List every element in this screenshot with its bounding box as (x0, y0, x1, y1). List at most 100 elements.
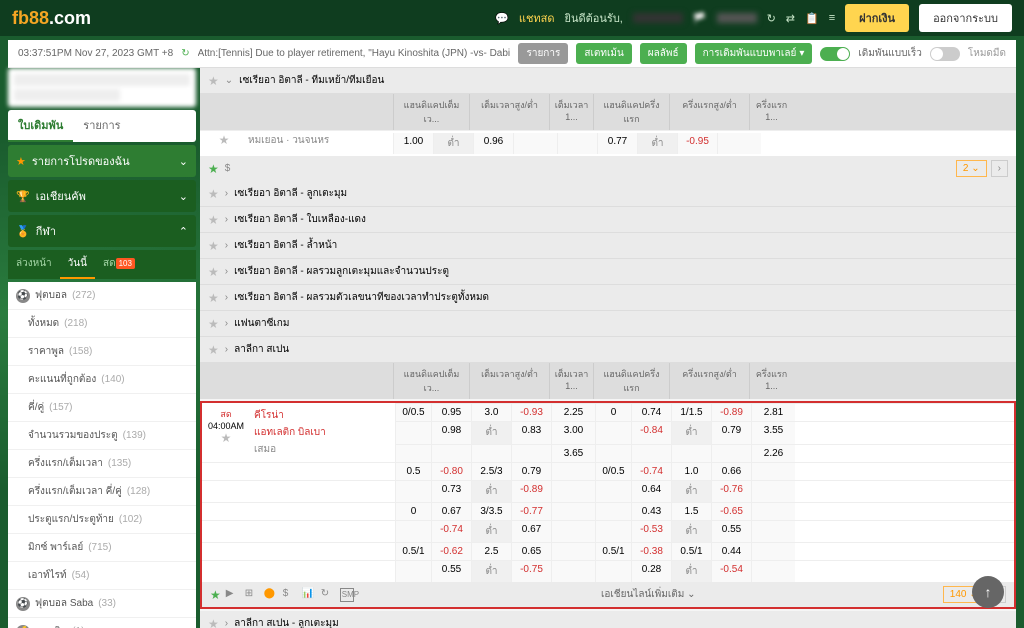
odds-cell[interactable]: 0/0.5 (395, 404, 431, 421)
logout-button[interactable]: ออกจากระบบ (919, 4, 1012, 32)
tab-early[interactable]: ล่วงหน้า (8, 250, 60, 279)
menu-icon[interactable]: ≡ (829, 12, 835, 24)
sidebar-item[interactable]: ครึ่งแรก/เต็มเวลา (135) (8, 450, 196, 478)
sidebar-item[interactable]: 💰การเงิน (1) (8, 618, 196, 628)
star-icon[interactable]: ★ (208, 291, 219, 305)
deposit-button[interactable]: ฝากเงิน (845, 4, 909, 32)
sidebar-item[interactable]: ประตูแรก/ประตูท้าย (102) (8, 506, 196, 534)
chat-link[interactable]: แชทสด (519, 9, 555, 27)
odds-cell[interactable]: 2.26 (751, 445, 795, 462)
odds-cell[interactable]: 0.28 (631, 561, 671, 582)
odds-cell[interactable]: 0.79 (711, 422, 751, 443)
quick-bet-toggle[interactable] (820, 47, 850, 61)
odds-cell[interactable]: -0.76 (711, 481, 751, 502)
results-button[interactable]: ผลลัพธ์ (640, 43, 687, 64)
sidebar-item[interactable]: ทั้งหมด (218) (8, 310, 196, 338)
odds-cell[interactable]: 3.55 (751, 422, 795, 443)
menu-list-button[interactable]: รายการ (518, 43, 568, 64)
play-icon[interactable]: ▶ (226, 588, 240, 602)
odds-cell[interactable]: 0.67 (511, 521, 551, 542)
odds-cell[interactable]: 0.73 (431, 481, 471, 502)
star-icon[interactable]: ★ (208, 343, 219, 357)
odds-cell[interactable]: -0.77 (511, 503, 551, 520)
odds-cell[interactable]: -0.62 (431, 543, 471, 560)
star-icon[interactable]: ★ (208, 317, 219, 331)
odds-cell[interactable]: -0.84 (631, 422, 671, 443)
odds-cell[interactable]: 0.83 (511, 422, 551, 443)
star-icon[interactable]: ★ (208, 617, 219, 628)
sports-header[interactable]: 🏅 กีฬา ⌃ (8, 215, 196, 247)
sidebar-item[interactable]: ⚽ฟุตบอล Saba (33) (8, 590, 196, 618)
odds-cell[interactable]: -0.53 (631, 521, 671, 542)
page-select[interactable]: 2 ⌄ (956, 160, 987, 177)
asian-cup-header[interactable]: 🏆 เอเชียนคัพ ⌄ (8, 180, 196, 212)
star-icon[interactable]: ★ (208, 74, 219, 88)
odds-cell[interactable]: 0/0.5 (595, 463, 631, 480)
tab-betslip[interactable]: ใบเดิมพัน (8, 110, 73, 142)
odds-cell[interactable]: 0.55 (431, 561, 471, 582)
odds-cell[interactable]: 3.65 (551, 445, 595, 462)
league-row[interactable]: ★›เซเรียอา อิตาลี - ลูกเตะมุม (200, 181, 1016, 207)
odds-cell[interactable]: 0.67 (431, 503, 471, 520)
logo[interactable]: fb88.com (12, 8, 91, 29)
dollar-icon[interactable]: $ (283, 588, 297, 602)
next-button[interactable]: › (991, 160, 1008, 177)
smp-icon[interactable]: SMP (340, 588, 354, 602)
odds-cell[interactable]: 3.0 (471, 404, 511, 421)
league-row[interactable]: ★›เซเรียอา อิตาลี - ผลรวมตัวเลขนาทีของเว… (200, 285, 1016, 311)
odds-cell[interactable]: 2.5 (471, 543, 511, 560)
odds-cell[interactable]: -0.74 (631, 463, 671, 480)
refresh-icon[interactable]: ↻ (321, 588, 335, 602)
scroll-top-button[interactable]: ↑ (972, 576, 1004, 608)
stats-icon[interactable]: 📊 (302, 588, 316, 602)
league-row[interactable]: ★›ลาลีกา สเปน (200, 337, 1016, 363)
sidebar-item[interactable]: คะแนนที่ถูกต้อง (140) (8, 366, 196, 394)
star-icon[interactable]: ★ (208, 213, 219, 227)
odds-cell[interactable]: 0.64 (631, 481, 671, 502)
transfer-icon[interactable]: ⇄ (786, 12, 795, 25)
league-row[interactable]: ★›เซเรียอา อิตาลี - ล้ำหน้า (200, 233, 1016, 259)
odds-cell[interactable]: -0.38 (631, 543, 671, 560)
star-icon[interactable]: ★ (208, 265, 219, 279)
odds-cell[interactable]: 0.5/1 (595, 543, 631, 560)
favorites-header[interactable]: ★ รายการโปรดของฉัน ⌄ (8, 145, 196, 177)
odds-cell[interactable]: 0.44 (711, 543, 751, 560)
odds-cell[interactable]: 1.5 (671, 503, 711, 520)
star-icon[interactable]: ★ (210, 588, 221, 602)
odds-cell[interactable]: -0.74 (431, 521, 471, 542)
sidebar-item[interactable]: เอาท์ไรท์ (54) (8, 562, 196, 590)
odds-cell[interactable]: -0.89 (711, 404, 751, 421)
star-icon[interactable]: ★ (208, 239, 219, 253)
star-icon[interactable]: ★ (208, 187, 219, 201)
odds-cell[interactable]: 2.5/3 (471, 463, 511, 480)
league-row[interactable]: ★›เซเรียอา อิตาลี - ใบเหลือง-แดง (200, 207, 1016, 233)
odds-cell[interactable]: -0.89 (511, 481, 551, 502)
odds-cell[interactable]: 3.00 (551, 422, 595, 443)
statement-button[interactable]: สเตทเม้น (576, 43, 631, 64)
odds-cell[interactable]: -0.93 (511, 404, 551, 421)
tab-list[interactable]: รายการ (73, 110, 130, 142)
home-team[interactable]: คีโรน่า (254, 407, 391, 424)
sidebar-item[interactable]: ราคาพูล (158) (8, 338, 196, 366)
odds-cell[interactable]: 0.79 (511, 463, 551, 480)
league-row[interactable]: ★›แฟนตาซีเกม (200, 311, 1016, 337)
tab-live[interactable]: สด103 (95, 250, 143, 279)
odds-cell[interactable]: 0.43 (631, 503, 671, 520)
refresh-icon[interactable]: ↻ (767, 12, 776, 25)
odds-cell[interactable]: -0.65 (711, 503, 751, 520)
odds-cell[interactable]: 0.65 (511, 543, 551, 560)
odds-cell[interactable]: 3/3.5 (471, 503, 511, 520)
dark-mode-toggle[interactable] (930, 47, 960, 61)
odds-cell[interactable]: 1.0 (671, 463, 711, 480)
promo-icon[interactable]: 📋 (805, 12, 819, 25)
parlay-dropdown[interactable]: การเดิมพันแบบพาเลย์ ▾ (695, 43, 813, 64)
odds-cell[interactable]: 0.98 (431, 422, 471, 443)
odds-cell[interactable]: 0 (595, 404, 631, 421)
sidebar-item[interactable]: จำนวนรวมของประตู (139) (8, 422, 196, 450)
odds-cell[interactable]: 0.5/1 (671, 543, 711, 560)
odds-cell[interactable]: 0.5 (395, 463, 431, 480)
odds-cell[interactable]: -0.80 (431, 463, 471, 480)
chat-icon[interactable]: 💬 (495, 12, 509, 25)
odds-cell[interactable]: -0.75 (511, 561, 551, 582)
odds-cell[interactable]: -0.54 (711, 561, 751, 582)
